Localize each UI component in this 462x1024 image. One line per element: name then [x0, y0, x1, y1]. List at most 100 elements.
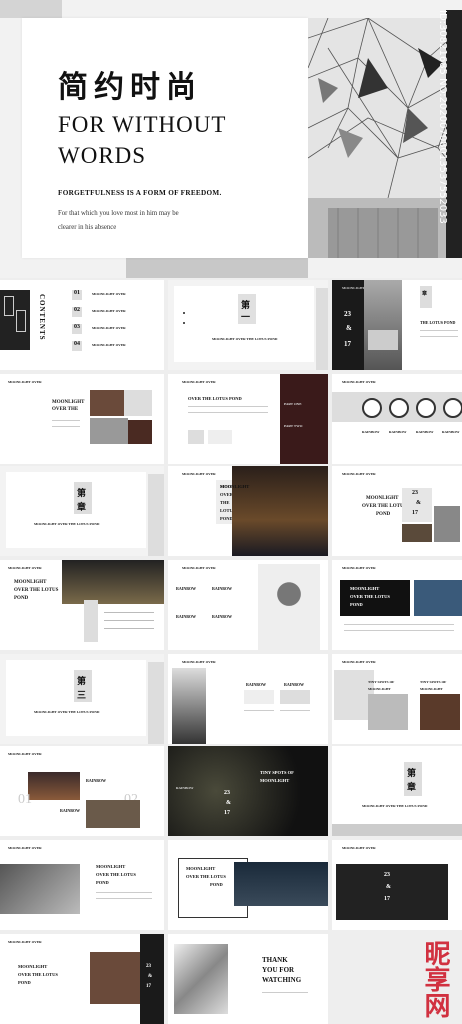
contents-title: CONTENTS — [38, 294, 46, 341]
slide-title: MOONLIGHT — [260, 778, 290, 783]
slide-title: THE LOTUS POND — [420, 320, 456, 325]
badge: MOONLIGHT OVER — [8, 940, 42, 944]
chapter-caption: MOONLIGHT OVER THE LOTUS POND — [212, 337, 278, 341]
slide-station[interactable]: MOONLIGHT OVER 23 & 17 章 THE LOTUS POND — [332, 280, 462, 370]
label: RAINBOW — [389, 430, 407, 434]
slide-title-overlay: MOONLIGHT — [220, 484, 250, 489]
badge: MOONLIGHT OVER — [8, 846, 42, 850]
label: RAINBOW — [212, 614, 233, 619]
chapter-char: 章 — [407, 783, 417, 793]
badge: MOONLIGHT OVER — [342, 566, 376, 570]
slide-moonlight-3[interactable]: MOONLIGHT OVER MOONLIGHT OVER THE LOTUS … — [332, 560, 462, 650]
slide-title: MOONLIGHT — [96, 864, 126, 869]
photo — [128, 420, 152, 444]
part-label: PART ONE — [284, 402, 302, 406]
label: RAINBOW — [60, 808, 81, 813]
number: 17 — [344, 340, 351, 348]
slide-title: POND — [220, 516, 233, 521]
slide-dark-numbers[interactable]: MOONLIGHT OVER 23 & 17 — [332, 840, 462, 930]
slide-chapter-1[interactable]: 第 一 MOONLIGHT OVER THE LOTUS POND — [168, 280, 328, 370]
thanks-title: THANK — [262, 956, 288, 964]
dark-stripe — [446, 10, 462, 258]
slide-title: OVER THE LOTUS — [18, 972, 58, 977]
subtitle: FORGETFULNESS IS A FORM OF FREEDOM. — [58, 189, 222, 197]
photo — [124, 390, 152, 416]
slide-dark-spots[interactable]: MOONLIGHT OVER TINY SPOTS OF MOONLIGHT R… — [168, 746, 328, 836]
chapter-caption: MOONLIGHT OVER THE LOTUS POND — [34, 710, 100, 714]
thanks-title: YOU FOR — [262, 966, 295, 974]
clock-icon — [389, 398, 409, 418]
label: RAINBOW — [212, 586, 233, 591]
number: 17 — [224, 810, 230, 816]
slide-title: TINY SPOTS OF — [420, 680, 447, 684]
slide-contents[interactable]: CONTENTS 01 02 03 04 MOONLIGHT OVER MOON… — [0, 280, 164, 370]
title-chinese: 简约时尚 — [58, 70, 202, 105]
slide-title: MOONLIGHT — [350, 586, 380, 591]
slide-rainbow-3[interactable]: MOONLIGHT OVER RAINBOW 01 02 RAINBOW — [0, 746, 164, 836]
photo — [244, 690, 274, 704]
item-label: MOONLIGHT OVER — [92, 292, 126, 296]
badge: MOONLIGHT OVER — [342, 472, 376, 476]
number: & — [386, 884, 391, 890]
slide-chapter-4[interactable]: 第 章 MOONLIGHT OVER THE LOTUS POND — [332, 746, 462, 836]
clock-icon — [416, 398, 436, 418]
badge: MOONLIGHT OVER — [342, 380, 376, 384]
item-label: MOONLIGHT OVER — [92, 326, 126, 330]
slide-title: OVER THE — [52, 407, 79, 412]
slide-clocks[interactable]: MOONLIGHT OVER RAINBOW RAINBOW RAINBOW R… — [332, 374, 462, 464]
number: 17 — [384, 896, 390, 902]
item-number: 03 — [72, 324, 82, 334]
slide-tunnel[interactable]: MOONLIGHT OVER MOONLIGHT OVER THE LOTUS … — [0, 840, 164, 930]
photo — [414, 580, 462, 616]
slide-title: POND — [14, 596, 29, 601]
slide-title: MOONLIGHT — [366, 496, 399, 501]
slide-title: OVER THE LOTUS — [96, 872, 136, 877]
label: RAINBOW — [176, 614, 197, 619]
slide-moonlight-1[interactable]: MOONLIGHT OVER MOONLIGHT OVER THE LOTUS … — [332, 466, 462, 556]
slide-title: TINY SPOTS OF — [260, 770, 294, 775]
slide-title: POND — [18, 980, 31, 985]
slide-chapter-2[interactable]: 第 章 MOONLIGHT OVER THE LOTUS POND — [0, 466, 164, 556]
city-photo — [234, 862, 328, 906]
photo — [434, 506, 460, 542]
badge: MOONLIGHT OVER — [8, 752, 42, 756]
slide-over-the[interactable]: MOONLIGHT OVER MOONLIGHT OVER THE — [0, 374, 164, 464]
dark-panel: PART ONE PART TWO — [280, 374, 328, 464]
slide-rainbow-2[interactable]: MOONLIGHT OVER RAINBOW RAINBOW — [168, 654, 328, 744]
quote: For that which you love most in him may … — [58, 210, 179, 231]
grey-block — [0, 0, 62, 18]
slide-moonlight-2[interactable]: MOONLIGHT OVER MOONLIGHT OVER THE LOTUS … — [0, 560, 164, 650]
brush-photo — [174, 944, 228, 1014]
photo — [280, 690, 310, 704]
number: 23 — [384, 872, 390, 878]
slide-rainbow-man[interactable]: MOONLIGHT OVER RAINBOW RAINBOW RAINBOW R… — [168, 560, 328, 650]
badge: MOONLIGHT OVER — [8, 380, 42, 384]
item-label: MOONLIGHT OVER — [92, 343, 126, 347]
hall-photo — [232, 466, 328, 556]
dark-panel: 23 & 17 — [140, 934, 164, 1024]
chapter-char: 章 — [77, 503, 87, 513]
label: RAINBOW — [362, 430, 380, 434]
dark-photo — [168, 746, 328, 836]
badge: MOONLIGHT OVER — [182, 566, 216, 570]
number: 23 — [344, 310, 351, 318]
photo — [90, 952, 140, 1004]
grey-block — [126, 258, 308, 278]
item-number: 01 — [72, 290, 82, 300]
chapter-char: 章 — [422, 291, 428, 297]
label: RAINBOW — [284, 682, 305, 687]
part-label: PART TWO — [284, 424, 303, 428]
slide-thanks[interactable]: THANK YOU FOR WATCHING — [168, 934, 328, 1024]
slide-chapter-3[interactable]: 第 三 MOONLIGHT OVER THE LOTUS POND — [0, 654, 164, 744]
photo — [402, 524, 432, 542]
slide-lotus-last[interactable]: MOONLIGHT OVER MOONLIGHT OVER THE LOTUS … — [0, 934, 164, 1024]
slide-title: OVER THE LOTUS — [186, 874, 226, 879]
slide-title: TINY SPOTS OF — [368, 680, 395, 684]
number: 23 — [224, 790, 230, 796]
number: 23 — [412, 490, 418, 496]
slide-lotus-hall[interactable]: MOONLIGHT OVER MOONLIGHT OVER THE LOTUS … — [168, 466, 328, 556]
slide-moonlight-5[interactable]: MOONLIGHT OVER THE LOTUS POND — [168, 840, 328, 930]
slide-tiny-spots[interactable]: MOONLIGHT OVER TINY SPOTS OF MOONLIGHT T… — [332, 654, 462, 744]
cover-slide: ID:30821685 NO:20200708013537552033 简约时尚… — [0, 0, 462, 278]
slide-lotus-pond[interactable]: MOONLIGHT OVER OVER THE LOTUS POND PART … — [168, 374, 328, 464]
